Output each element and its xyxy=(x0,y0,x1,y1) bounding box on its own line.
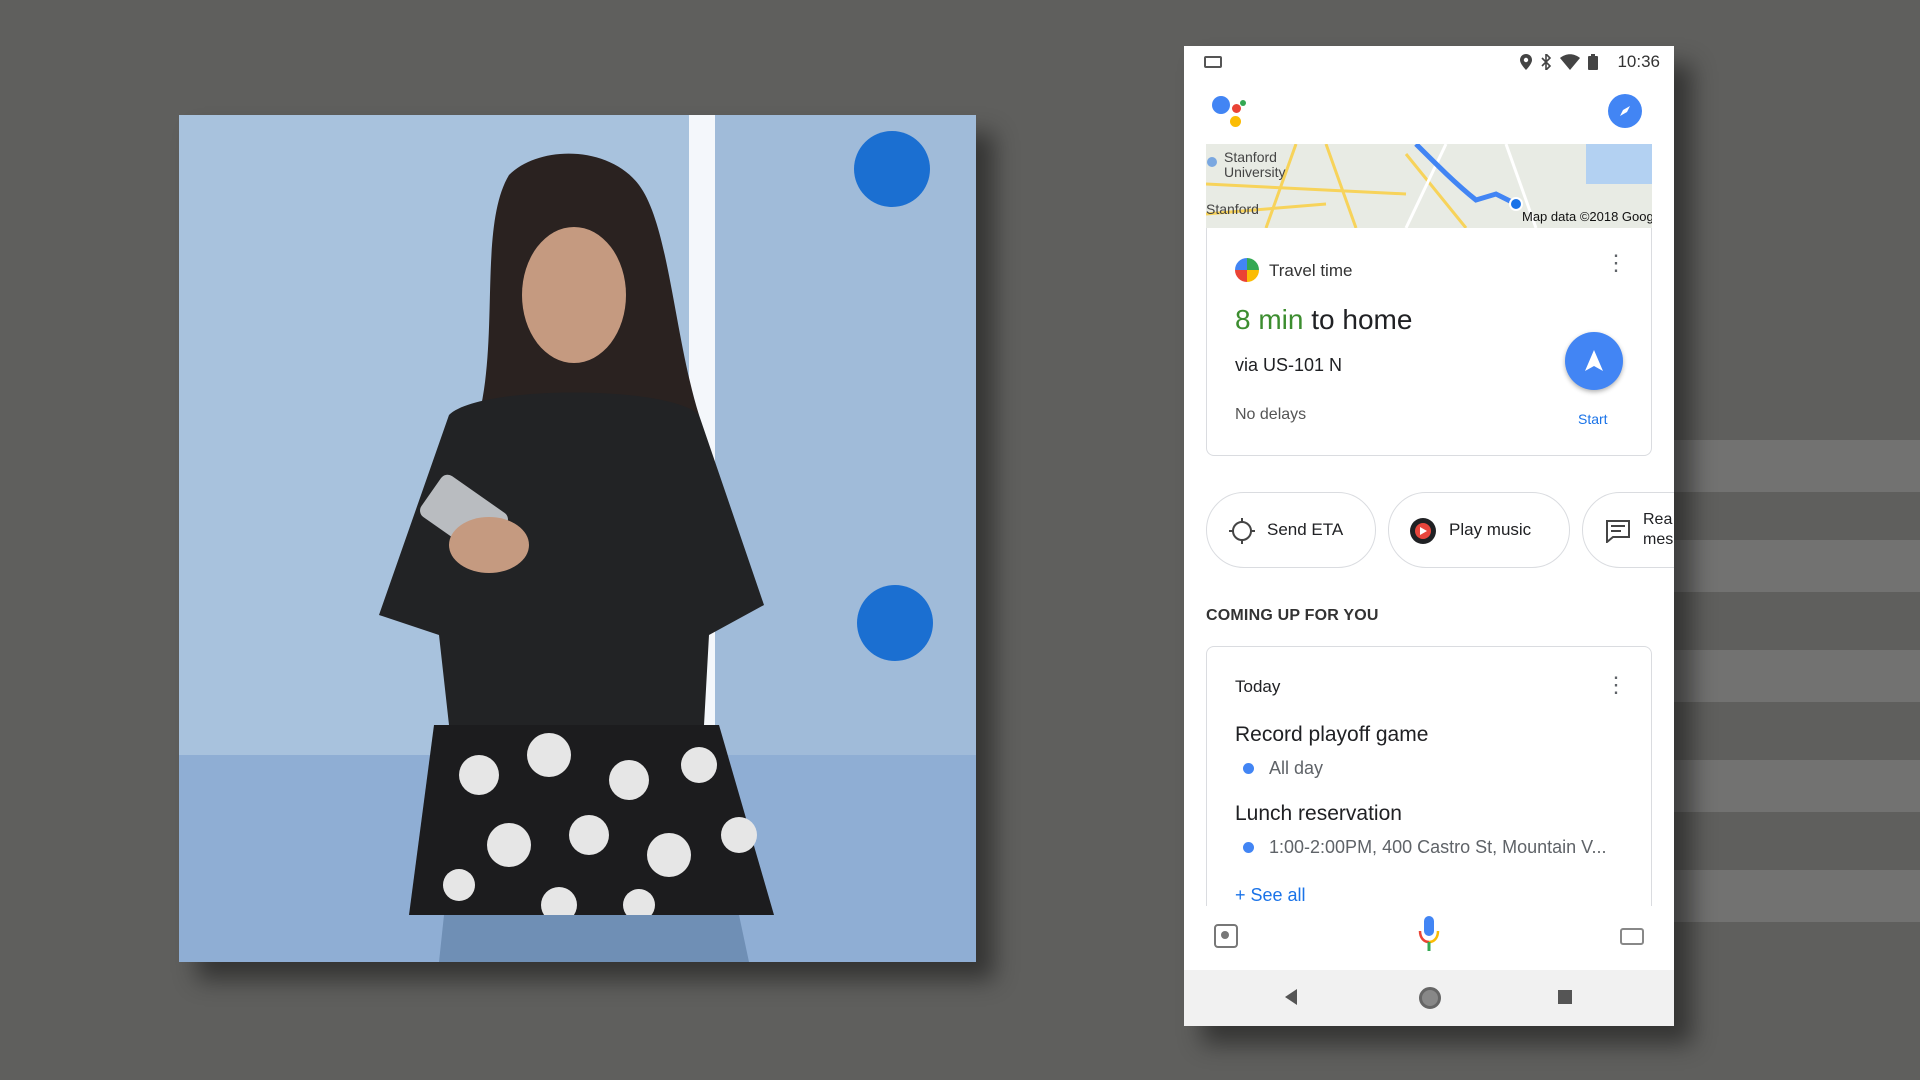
battery-icon xyxy=(1588,54,1598,70)
status-bar: 10:36 xyxy=(1184,46,1674,76)
event-title[interactable]: Record playoff game xyxy=(1235,723,1428,747)
message-icon xyxy=(1606,520,1630,543)
presenter-video xyxy=(179,115,976,962)
google-assistant-logo xyxy=(1212,94,1256,134)
home-icon[interactable] xyxy=(1419,987,1441,1009)
traffic-status: No delays xyxy=(1235,406,1307,423)
send-eta-chip[interactable]: Send ETA xyxy=(1206,492,1376,568)
event-detail: All day xyxy=(1269,758,1324,778)
start-navigation-button[interactable] xyxy=(1565,332,1623,390)
travel-destination: to home xyxy=(1311,304,1413,335)
play-music-label: Play music xyxy=(1449,520,1532,539)
target-icon xyxy=(1229,518,1255,544)
map-label-stanford: Stanford xyxy=(1206,201,1259,217)
travel-headline: 8 min to home xyxy=(1235,304,1412,336)
maps-app-icon xyxy=(1235,258,1259,282)
event-dot xyxy=(1243,842,1254,853)
recent-apps-icon[interactable] xyxy=(1558,990,1572,1004)
microphone-icon[interactable] xyxy=(1417,914,1441,954)
travel-time-card[interactable]: Travel time ⋮ 8 min to home via US-101 N… xyxy=(1206,228,1652,456)
presenter-silhouette xyxy=(379,153,774,962)
coming-up-heading: COMING UP FOR YOU xyxy=(1206,607,1379,624)
map-credit: Map data ©2018 Goog xyxy=(1522,209,1652,224)
send-eta-label: Send ETA xyxy=(1267,520,1344,539)
background-stripes xyxy=(1672,440,1920,960)
read-messages-chip[interactable]: Rea mes xyxy=(1582,492,1674,568)
location-icon xyxy=(1520,54,1532,70)
today-card[interactable]: Today ⋮ Record playoff game All day Lunc… xyxy=(1206,646,1652,906)
travel-card-title: Travel time xyxy=(1269,261,1353,280)
cast-icon xyxy=(1204,56,1222,68)
play-music-chip[interactable]: Play music xyxy=(1388,492,1570,568)
back-icon[interactable] xyxy=(1285,989,1297,1005)
navigation-arrow-icon xyxy=(1585,350,1603,371)
route-map[interactable]: Stanford University Stanford Map data ©2… xyxy=(1206,144,1652,228)
event-detail: 1:00-2:00PM, 400 Castro St, Mountain V..… xyxy=(1269,837,1607,857)
android-nav-bar xyxy=(1184,970,1674,1026)
more-options-icon[interactable]: ⋮ xyxy=(1605,252,1627,274)
compass-icon xyxy=(1620,106,1630,116)
map-label-stanford-university: Stanford University xyxy=(1224,149,1286,180)
event-title[interactable]: Lunch reservation xyxy=(1235,802,1402,826)
start-label[interactable]: Start xyxy=(1578,411,1608,427)
wifi-icon xyxy=(1560,54,1580,70)
phone-screen: 10:36 Stanford University Stanford Map d… xyxy=(1184,46,1674,1026)
read-messages-label: Rea mes xyxy=(1643,511,1674,548)
more-options-icon[interactable]: ⋮ xyxy=(1605,674,1627,696)
travel-route: via US-101 N xyxy=(1235,355,1343,375)
travel-minutes: 8 min xyxy=(1235,304,1304,335)
keyboard-icon[interactable] xyxy=(1620,928,1644,945)
status-time: 10:36 xyxy=(1617,52,1660,71)
event-dot xyxy=(1243,763,1254,774)
bluetooth-icon xyxy=(1541,54,1552,70)
see-all-link[interactable]: + See all xyxy=(1235,885,1306,906)
music-icon xyxy=(1410,518,1436,544)
explore-compass-button[interactable] xyxy=(1608,94,1642,128)
today-label: Today xyxy=(1235,677,1281,696)
assistant-input-bar xyxy=(1184,906,1674,961)
lens-icon[interactable] xyxy=(1214,924,1238,948)
